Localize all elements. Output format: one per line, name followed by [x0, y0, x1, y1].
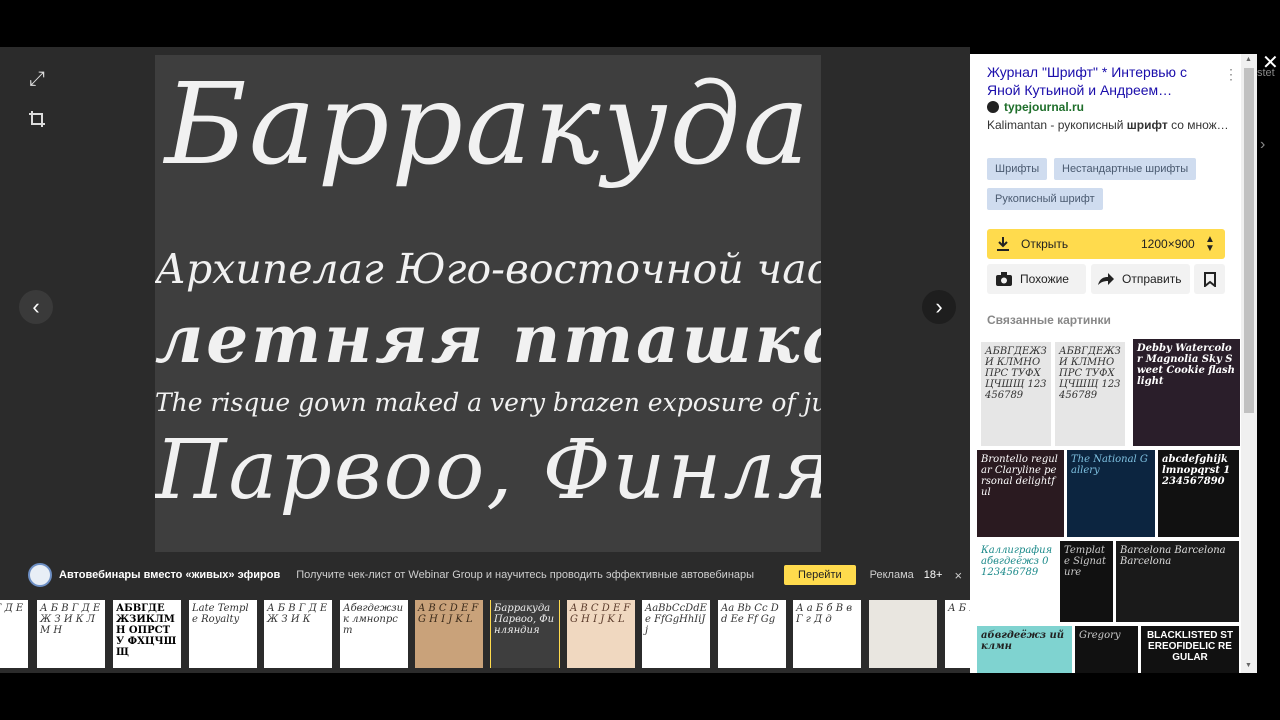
thumbnail[interactable]: А а Б б В в Г г Д д [793, 600, 861, 668]
related-image[interactable]: Barcelona Barcelona Barcelona [1116, 541, 1239, 622]
related-image[interactable]: The National Gallery [1067, 450, 1155, 537]
thumbnail[interactable]: A B C D E F G H I J K L [567, 600, 635, 668]
related-image[interactable]: Каллиграфия абвгдеёжз 0123456789 [977, 541, 1057, 622]
source-site-name: typejournal.ru [1004, 100, 1085, 114]
main-image[interactable]: Барракуда Архипелаг Юго-восточной части … [155, 55, 821, 552]
thumbnail[interactable]: А Б В Г Д Е Ж З И К [264, 600, 332, 668]
scroll-thumb[interactable] [1244, 68, 1254, 413]
next-image-button[interactable]: › [922, 290, 956, 324]
thumbnail[interactable]: Aa Bb Cc Dd Ee Ff Gg [718, 600, 786, 668]
share-label: Отправить [1122, 272, 1182, 286]
ad-banner: Автовебинары вместо «живых» эфиров Получ… [0, 558, 970, 592]
crop-icon[interactable] [22, 104, 52, 134]
ad-close-icon[interactable]: × [954, 568, 962, 583]
site-favicon-icon [987, 101, 999, 113]
image-text-line: летняя пташка [155, 300, 821, 378]
related-image[interactable]: абвгдеёжз ийклмн [977, 626, 1072, 673]
chevron-right-icon[interactable]: › [1260, 136, 1265, 154]
ad-title[interactable]: Автовебинары вместо «живых» эфиров [59, 569, 280, 581]
thumbnail[interactable]: А Б В Г Д Е Ж З И К Л М Н [37, 600, 105, 668]
details-scrollbar[interactable]: ▲ ▼ [1241, 54, 1257, 673]
open-label: Открыть [1021, 237, 1069, 251]
image-viewer: Барракуда Архипелаг Юго-восточной части … [0, 47, 970, 673]
related-image[interactable]: Template Signature [1060, 541, 1113, 622]
open-image-button[interactable]: Открыть 1200×900 ▲ ▼ [987, 229, 1225, 259]
related-image[interactable]: abcdefghijk lmnopqrst 1234567890 [1158, 450, 1239, 537]
tag-handwritten-font[interactable]: Рукописный шрифт [987, 188, 1103, 210]
related-image[interactable]: Debby Watercolor Magnolia Sky Sweet Cook… [1133, 339, 1240, 446]
share-arrow-icon [1098, 273, 1114, 285]
image-text-line: Архипелаг Юго-восточной части [155, 245, 821, 293]
related-image[interactable]: Gregory [1075, 626, 1138, 673]
tag-fonts[interactable]: Шрифты [987, 158, 1048, 180]
ad-age-badge: 18+ [923, 569, 943, 581]
ad-text[interactable]: Получите чек-лист от Webinar Group и нау… [296, 569, 754, 581]
size-updown-icon[interactable]: ▲ ▼ [1205, 235, 1215, 254]
related-image[interactable]: АБВГДЕЖЗИ КЛМНОПРС ТУФХЦЧШЩ 123456789 [1055, 342, 1125, 446]
source-site-link[interactable]: typejournal.ru [987, 100, 1084, 114]
size-select[interactable]: 1200×900 [1141, 237, 1195, 251]
thumbnail[interactable]: Абвгдежзик лмнопрст [340, 600, 408, 668]
thumbnail[interactable]: А Б В Г Д Е Ж З И [0, 600, 28, 668]
thumbnail[interactable]: A B C D E F G H I J K L [415, 600, 483, 668]
thumbnail[interactable]: А Б В [945, 600, 970, 668]
thumbnail[interactable]: AaBbCcDdEe FfGgHhIiJj [642, 600, 710, 668]
scroll-down-icon[interactable]: ▼ [1245, 662, 1252, 669]
thumbnail[interactable]: АБВГДЕ ЖЗИКЛМН ОПРСТУ ФХЦЧШЩ [113, 600, 181, 668]
bookmark-button[interactable] [1194, 264, 1225, 294]
crop-icon-shape [29, 111, 45, 127]
related-image[interactable]: АБВГДЕЖЗИ КЛМНОПРС ТУФХЦЧШЩ 123456789 [981, 342, 1051, 446]
download-icon [997, 237, 1009, 251]
image-text-line: Парвоо, Финляндия [155, 423, 821, 518]
snippet-suffix: со множ… [1167, 118, 1227, 132]
tag-nonstandard-fonts[interactable]: Нестандартные шрифты [1054, 158, 1197, 180]
thumbnail-selected[interactable]: Барракуда Парвоо, Финляндия [490, 600, 560, 668]
similar-button[interactable]: Похожие [987, 264, 1086, 294]
ad-logo [28, 563, 52, 587]
camera-icon [996, 272, 1012, 286]
ad-label: Реклама [869, 569, 914, 581]
thumbnail[interactable] [869, 600, 937, 668]
prev-image-button[interactable]: ‹ [19, 290, 53, 324]
image-text-line: Барракуда [164, 60, 812, 190]
thumbnail[interactable]: Late Temple Royalty [189, 600, 257, 668]
related-images-heading: Связанные картинки [987, 313, 1111, 327]
scroll-up-icon[interactable]: ▲ [1245, 56, 1252, 63]
source-snippet: Kalimantan - рукописный шрифт со множ… [987, 118, 1227, 132]
share-button[interactable]: Отправить [1091, 264, 1190, 294]
related-image[interactable]: BLACKLISTED STEREOFIDELIC REGULAR [1141, 626, 1239, 673]
more-options-icon[interactable]: ⋮ [1224, 66, 1238, 83]
ad-go-button[interactable]: Перейти [784, 565, 856, 585]
image-text-line: The risque gown maked a very brazen expo… [155, 388, 821, 417]
details-panel: Журнал "Шрифт" * Интервью с Яной Кутьино… [970, 54, 1241, 673]
thumbnail-strip: А Б В Г Д Е Ж З И А Б В Г Д Е Ж З И К Л … [0, 600, 970, 668]
snippet-highlight: шрифт [1126, 118, 1168, 132]
source-title-link[interactable]: Журнал "Шрифт" * Интервью с Яной Кутьино… [987, 63, 1212, 99]
similar-label: Похожие [1020, 272, 1069, 286]
related-image[interactable]: Brontello regular Claryline personal del… [977, 450, 1064, 537]
close-icon[interactable]: ✕ [1262, 50, 1279, 75]
fullscreen-icon[interactable]: ⤢ [22, 64, 52, 94]
snippet-prefix: Kalimantan - рукописный [987, 118, 1127, 132]
bookmark-icon [1203, 271, 1216, 287]
